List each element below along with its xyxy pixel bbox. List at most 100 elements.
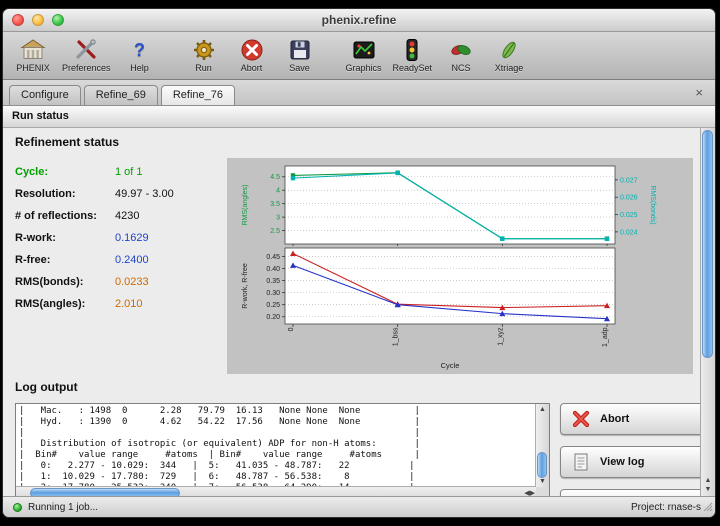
stat-resolution: Resolution: 49.97 - 3.00 bbox=[15, 188, 227, 200]
stat-label: # of reflections: bbox=[15, 210, 115, 222]
stat-rms-bonds: RMS(bonds): 0.0233 bbox=[15, 276, 227, 288]
stat-label: Resolution: bbox=[15, 188, 115, 200]
log-row: | Mac. : 1498 0 2.28 79.79 16.13 None No… bbox=[15, 403, 694, 496]
tab-configure[interactable]: Configure bbox=[9, 85, 81, 105]
toolbar-label: Run bbox=[195, 63, 212, 73]
svg-text:4: 4 bbox=[276, 188, 280, 195]
refinement-chart-svg: 2.533.544.50.0240.0250.0260.027RMS(bonds… bbox=[227, 158, 693, 374]
main-scroll-thumb[interactable] bbox=[702, 130, 713, 358]
main-vertical-scrollbar[interactable]: ▲▼ bbox=[700, 128, 715, 496]
toolbar-xtriage-button[interactable]: Xtriage bbox=[485, 37, 533, 74]
svg-text:0.30: 0.30 bbox=[266, 290, 280, 297]
stat-rms-angles: RMS(angles): 2.010 bbox=[15, 298, 227, 310]
toolbar-ncs-button[interactable]: NCS bbox=[437, 37, 485, 74]
log-output-section: Log output | Mac. : 1498 0 2.28 79.79 16… bbox=[3, 374, 700, 496]
status-bar: Running 1 job... Project: rnase-s bbox=[3, 496, 715, 517]
svg-text:3.5: 3.5 bbox=[270, 201, 280, 208]
stat-value: 0.2400 bbox=[115, 254, 149, 266]
job-status-text: Running 1 job... bbox=[28, 502, 98, 513]
svg-text:1_bss: 1_bss bbox=[393, 327, 400, 346]
toolbar-label: Graphics bbox=[346, 63, 382, 73]
svg-text:R-work, R-free: R-work, R-free bbox=[242, 263, 249, 309]
svg-text:3: 3 bbox=[276, 215, 280, 222]
project-label: Project: rnase-s bbox=[631, 502, 701, 513]
refinement-chart-panel: 2.533.544.50.0240.0250.0260.027RMS(bonds… bbox=[227, 158, 693, 374]
stat-label: R-work: bbox=[15, 232, 115, 244]
refinement-status-title: Refinement status bbox=[15, 135, 694, 149]
tab-refine-69[interactable]: Refine_69 bbox=[84, 85, 158, 105]
toolbar-run-button[interactable]: Run bbox=[180, 37, 228, 74]
stat-r-work: R-work: 0.1629 bbox=[15, 232, 227, 244]
stat-label: Cycle: bbox=[15, 166, 115, 178]
svg-text:1_xyz: 1_xyz bbox=[497, 327, 504, 346]
stat-reflections: # of reflections: 4230 bbox=[15, 210, 227, 222]
toolbar: PHENIX Preferences ? Help bbox=[3, 32, 715, 80]
toolbar-abort-button[interactable]: Abort bbox=[228, 37, 276, 74]
document-icon bbox=[570, 451, 592, 473]
traffic-light-icon bbox=[399, 38, 425, 62]
abort-red-x-icon bbox=[239, 38, 265, 62]
toolbar-label: Save bbox=[289, 63, 310, 73]
svg-text:Cycle: Cycle bbox=[441, 361, 460, 370]
log-action-buttons: Abort bbox=[560, 403, 706, 496]
svg-text:1_adp: 1_adp bbox=[602, 327, 609, 347]
stat-value: 2.010 bbox=[115, 298, 143, 310]
abort-button-label: Abort bbox=[600, 413, 629, 425]
log-output-title: Log output bbox=[15, 380, 694, 394]
titlebar: phenix.refine bbox=[3, 9, 715, 32]
svg-text:0.45: 0.45 bbox=[266, 254, 280, 261]
scroll-down-icon[interactable]: ▼ bbox=[536, 476, 549, 487]
svg-text:0.026: 0.026 bbox=[620, 195, 638, 202]
svg-text:0.025: 0.025 bbox=[620, 212, 638, 219]
toolbar-phenix-button[interactable]: PHENIX bbox=[9, 37, 57, 74]
toolbar-label: PHENIX bbox=[16, 63, 50, 73]
phenix-temple-icon bbox=[20, 38, 46, 62]
abort-x-icon bbox=[570, 408, 592, 430]
job-status: Running 1 job... bbox=[13, 502, 98, 513]
toolbar-preferences-button[interactable]: Preferences bbox=[57, 37, 116, 74]
stat-label: RMS(angles): bbox=[15, 298, 115, 310]
stat-r-free: R-free: 0.2400 bbox=[15, 254, 227, 266]
tab-bar: Configure Refine_69 Refine_76 × bbox=[3, 80, 715, 106]
toolbar-save-button[interactable]: Save bbox=[276, 37, 324, 74]
gear-icon bbox=[191, 38, 217, 62]
main-content: Refinement status Cycle: 1 of 1 Resoluti… bbox=[3, 128, 715, 496]
stat-value: 49.97 - 3.00 bbox=[115, 188, 174, 200]
log-text: | Mac. : 1498 0 2.28 79.79 16.13 None No… bbox=[16, 404, 549, 496]
main-scroll-arrows[interactable]: ▲▼ bbox=[701, 476, 715, 494]
window-title: phenix.refine bbox=[3, 9, 715, 31]
svg-text:4.5: 4.5 bbox=[270, 174, 280, 181]
resize-grip-icon[interactable] bbox=[701, 500, 713, 515]
stat-value: 1 of 1 bbox=[115, 166, 143, 178]
scrollbar-corner bbox=[536, 487, 549, 496]
graphics-icon bbox=[351, 38, 377, 62]
scroll-left-right-icons[interactable]: ◀▶ bbox=[524, 487, 535, 496]
running-indicator-icon bbox=[13, 503, 22, 512]
xtriage-leaf-icon bbox=[496, 38, 522, 62]
stat-value: 4230 bbox=[115, 210, 139, 222]
toolbar-help-button[interactable]: ? Help bbox=[116, 37, 164, 74]
tab-close-icon[interactable]: × bbox=[689, 84, 709, 102]
log-hscroll-thumb[interactable] bbox=[30, 488, 180, 496]
log-vertical-scrollbar[interactable]: ▲ ▼ bbox=[535, 404, 549, 487]
svg-text:0.35: 0.35 bbox=[266, 278, 280, 285]
svg-text:0.024: 0.024 bbox=[620, 229, 638, 236]
svg-text:0.25: 0.25 bbox=[266, 302, 280, 309]
log-output-box[interactable]: | Mac. : 1498 0 2.28 79.79 16.13 None No… bbox=[15, 403, 550, 496]
toolbar-label: Xtriage bbox=[495, 63, 524, 73]
view-log-button-label: View log bbox=[600, 456, 644, 468]
scroll-up-icon[interactable]: ▲ bbox=[536, 404, 549, 415]
show-graphics-button[interactable]: Show graphics bbox=[560, 489, 706, 496]
toolbar-readyset-button[interactable]: ReadySet bbox=[388, 37, 438, 74]
toolbar-label: Preferences bbox=[62, 63, 111, 73]
view-log-button[interactable]: View log bbox=[560, 446, 706, 478]
abort-button[interactable]: Abort bbox=[560, 403, 706, 435]
log-vscroll-thumb[interactable] bbox=[537, 452, 547, 478]
refinement-stats: Cycle: 1 of 1 Resolution: 49.97 - 3.00 #… bbox=[15, 158, 227, 374]
svg-text:0: 0 bbox=[288, 327, 295, 331]
toolbar-graphics-button[interactable]: Graphics bbox=[340, 37, 388, 74]
svg-text:0.40: 0.40 bbox=[266, 266, 280, 273]
toolbar-label: Help bbox=[130, 63, 149, 73]
log-horizontal-scrollbar[interactable]: ◀▶ bbox=[16, 486, 536, 496]
tab-refine-76[interactable]: Refine_76 bbox=[161, 85, 235, 105]
